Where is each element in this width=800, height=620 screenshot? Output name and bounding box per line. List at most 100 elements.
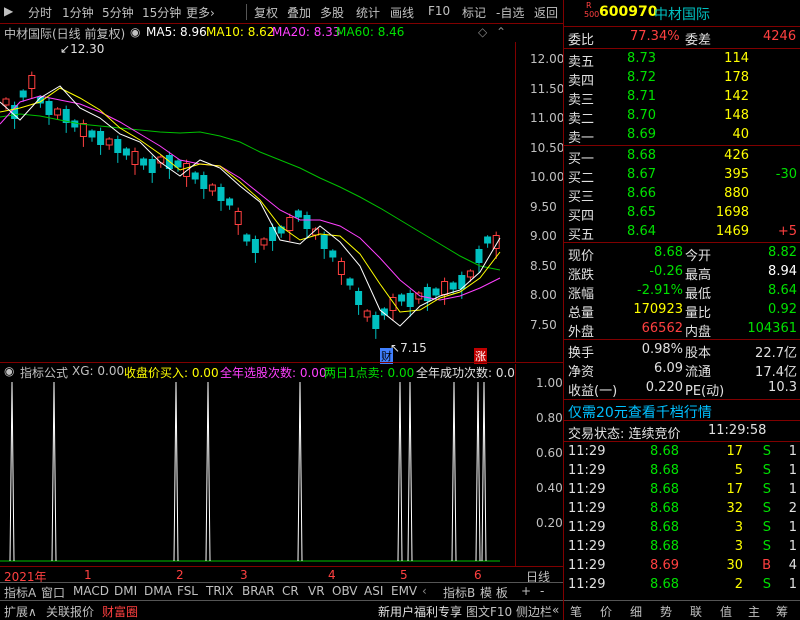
tab-indicator-b[interactable]: 指标B [443, 584, 475, 601]
collapse-icon[interactable]: ⌃ [496, 25, 506, 39]
menu-arrow-icon[interactable]: ▶ [4, 4, 13, 18]
tick-row: 11:29 8.68 2 S 1 [564, 576, 800, 595]
tab-1min[interactable]: 1分钟 [62, 4, 94, 21]
promo-row[interactable]: 仅需20元查看千档行情 [564, 401, 800, 422]
fund-value: 22.7亿 [755, 346, 797, 361]
tick-count: 1 [788, 520, 797, 535]
diamond-icon[interactable]: ◇ [478, 25, 487, 39]
date-month: 2 [176, 568, 184, 582]
expand-button[interactable]: 扩展∧ [4, 603, 37, 620]
quote-label: 量比 [685, 306, 712, 321]
tab-emv[interactable]: EMV [391, 584, 417, 598]
multi-stock-button[interactable]: 多股 [320, 4, 344, 21]
zoom-out-button[interactable]: - [540, 584, 544, 598]
tick-count: 1 [788, 539, 797, 554]
tab-detail[interactable]: 细 [630, 603, 642, 620]
indicator-spikes [9, 381, 487, 562]
tab-value[interactable]: 值 [720, 603, 732, 620]
f10-button[interactable]: F10 [428, 4, 450, 18]
tabs-scroll-icon[interactable]: ‹ [422, 584, 427, 598]
bid-price: 8.67 [627, 167, 656, 182]
quote-row: 总量 170923 量比 0.92 [564, 301, 800, 321]
tick-volume: 30 [726, 558, 743, 573]
price-axis: 12.00 11.50 11.00 10.50 10.00 9.50 9.00 … [515, 42, 564, 362]
tab-price[interactable]: 价 [600, 603, 612, 620]
candle-body [423, 287, 431, 301]
remove-watchlist-button[interactable]: -自选 [496, 4, 524, 21]
draw-line-button[interactable]: 画线 [390, 4, 414, 21]
tab-macd[interactable]: MACD [73, 584, 109, 598]
tab-trades[interactable]: 笔 [570, 603, 582, 620]
wealth-circle-tab[interactable]: 财富圈 [102, 603, 138, 620]
tick-side: B [762, 558, 771, 573]
tab-5min[interactable]: 5分钟 [102, 4, 134, 21]
candle-body [19, 90, 27, 98]
date-month: 1 [84, 568, 92, 582]
mark-button[interactable]: 标记 [462, 4, 486, 21]
indicator-menu-icon[interactable]: ◉ [4, 364, 14, 378]
tab-dmi[interactable]: DMI [114, 584, 137, 598]
graphic-f10-button[interactable]: 图文F10 [466, 603, 512, 620]
tick-side: S [762, 501, 771, 516]
ask-price: 8.73 [627, 51, 656, 66]
indicator-chart[interactable] [0, 380, 515, 566]
sidebar-button[interactable]: 侧边栏 [516, 603, 552, 620]
ma-settings-icon[interactable]: ◉ [130, 25, 140, 39]
quote-label: 总量 [568, 306, 595, 321]
quote-row: 涨幅 -2.91% 最低 8.64 [564, 282, 800, 302]
tick-time: 11:29 [568, 482, 606, 497]
fund-row: 净资 6.09 流通 17.4亿 [564, 360, 800, 380]
tab-template[interactable]: 模 板 [480, 584, 508, 601]
tab-indicator-a[interactable]: 指标A [4, 584, 36, 601]
date-month: 5 [400, 568, 408, 582]
candle-body [45, 101, 53, 115]
new-user-promo-link[interactable]: 新用户福利专享 [378, 603, 462, 620]
fund-label: PE(动) [685, 384, 725, 399]
overlay-button[interactable]: 叠加 [287, 4, 311, 21]
tab-more[interactable]: 更多› [186, 4, 215, 21]
restore-rights-button[interactable]: 复权 [254, 4, 278, 21]
candle-body [432, 288, 440, 296]
kline-chart[interactable] [0, 42, 515, 362]
bid-label: 买四 [568, 209, 595, 224]
tab-15min[interactable]: 15分钟 [142, 4, 181, 21]
promo-link[interactable]: 仅需20元查看千档行情 [568, 402, 712, 422]
tab-fsl[interactable]: FSL [177, 584, 198, 598]
related-quotes-tab[interactable]: 关联报价 [46, 603, 94, 620]
zoom-in-button[interactable]: + [521, 584, 531, 598]
tab-cr[interactable]: CR [282, 584, 299, 598]
tick-price: 8.68 [650, 520, 679, 535]
tab-trend[interactable]: 势 [660, 603, 672, 620]
ask-volume: 178 [724, 70, 749, 85]
year-success-value: 全年成功次数: 0.0 [416, 366, 515, 380]
tick-time: 11:29 [568, 444, 606, 459]
tick-count: 1 [788, 463, 797, 478]
collapse-sidebar-icon[interactable]: « [552, 603, 559, 617]
quote-label: 最高 [685, 268, 712, 283]
tab-vr[interactable]: VR [308, 584, 325, 598]
tab-obv[interactable]: OBV [332, 584, 358, 598]
back-button[interactable]: 返回 [534, 4, 558, 21]
fund-label: 换手 [568, 346, 595, 361]
indicator-spike [397, 381, 403, 562]
tab-window[interactable]: 窗口 [41, 584, 65, 601]
candle-body [406, 293, 414, 307]
tick-side: S [762, 463, 771, 478]
tab-brar[interactable]: BRAR [242, 584, 275, 598]
tab-intraday[interactable]: 分时 [28, 4, 52, 21]
quote-label: 内盘 [685, 325, 712, 340]
tab-dma[interactable]: DMA [144, 584, 172, 598]
tab-asi[interactable]: ASI [364, 584, 383, 598]
tab-trix[interactable]: TRIX [206, 584, 233, 598]
tab-main[interactable]: 主 [748, 603, 760, 620]
ask-label: 卖三 [568, 93, 595, 108]
tick-side: S [762, 482, 771, 497]
tab-linked[interactable]: 联 [690, 603, 702, 620]
divider [564, 48, 800, 49]
bid-price: 8.68 [627, 148, 656, 163]
stats-button[interactable]: 统计 [356, 4, 380, 21]
indicator-name[interactable]: 指标公式 [20, 364, 68, 380]
ask-price: 8.71 [627, 89, 656, 104]
tab-chips[interactable]: 筹 [776, 603, 788, 620]
bid-label: 买一 [568, 152, 595, 167]
